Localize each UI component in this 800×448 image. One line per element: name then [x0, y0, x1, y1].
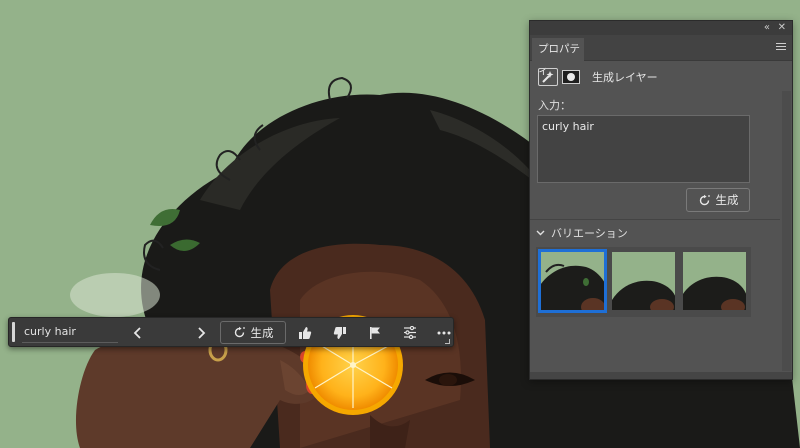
flag-icon	[370, 326, 380, 339]
variation-thumbnail-1[interactable]	[538, 249, 607, 313]
prompt-input-label: 入力：	[538, 99, 571, 112]
layer-type-row: 生成レイヤー	[538, 67, 658, 87]
panel-tab-row: プロパティ	[530, 35, 792, 77]
panel-generate-label: 生成	[715, 193, 739, 207]
thumbs-up-icon	[299, 326, 312, 339]
taskbar-prompt-input[interactable]: curly hair	[22, 322, 118, 343]
panel-menu-icon[interactable]	[776, 43, 786, 52]
variation-thumbnail-3[interactable]	[683, 252, 746, 310]
panel-bottom-edge	[530, 372, 792, 379]
double-chevron-left-icon[interactable]: «	[764, 21, 770, 35]
section-divider	[530, 219, 780, 220]
settings-button[interactable]	[398, 322, 422, 343]
taskbar-drag-handle[interactable]	[12, 322, 15, 342]
more-icon	[437, 331, 451, 334]
variations-section-header[interactable]: バリエーション	[536, 225, 628, 241]
next-variation-button[interactable]	[191, 322, 211, 343]
report-button[interactable]	[363, 322, 387, 343]
generative-layer-icon	[538, 68, 558, 86]
taskbar-generate-label: 生成	[250, 325, 274, 340]
sliders-icon	[404, 326, 416, 339]
variations-label: バリエーション	[551, 227, 628, 240]
more-options-button[interactable]	[432, 322, 456, 343]
contextual-task-bar: curly hair 生成	[8, 317, 454, 347]
properties-panel: « ✕ プロパティ 生成レイヤー 入力： curly hair 生成 バリエーシ…	[529, 20, 793, 380]
generate-refresh-icon	[699, 194, 710, 205]
chevron-down-icon	[536, 230, 545, 236]
layer-mask-icon	[562, 70, 580, 84]
thumbs-down-button[interactable]	[328, 322, 352, 343]
variation-image	[612, 252, 675, 310]
panel-title-bar[interactable]: « ✕	[530, 21, 792, 35]
layer-type-label: 生成レイヤー	[592, 71, 658, 84]
variation-thumbnail-2[interactable]	[612, 252, 675, 310]
taskbar-resize-corner[interactable]	[445, 339, 450, 344]
thumbs-down-icon	[333, 326, 346, 339]
variation-image	[683, 252, 746, 310]
previous-variation-button[interactable]	[127, 322, 147, 343]
chevron-left-icon	[133, 326, 141, 339]
variation-image	[541, 252, 604, 310]
generate-refresh-icon	[234, 326, 245, 338]
taskbar-generate-button[interactable]: 生成	[220, 321, 286, 344]
prompt-textarea[interactable]: curly hair	[537, 115, 750, 183]
chevron-right-icon	[197, 326, 205, 339]
tab-properties[interactable]: プロパティ	[532, 38, 584, 77]
panel-generate-button[interactable]: 生成	[686, 188, 750, 212]
thumbs-up-button[interactable]	[293, 322, 317, 343]
variations-grid	[536, 247, 751, 317]
panel-scrollbar[interactable]	[782, 91, 791, 371]
close-icon[interactable]: ✕	[778, 21, 786, 35]
